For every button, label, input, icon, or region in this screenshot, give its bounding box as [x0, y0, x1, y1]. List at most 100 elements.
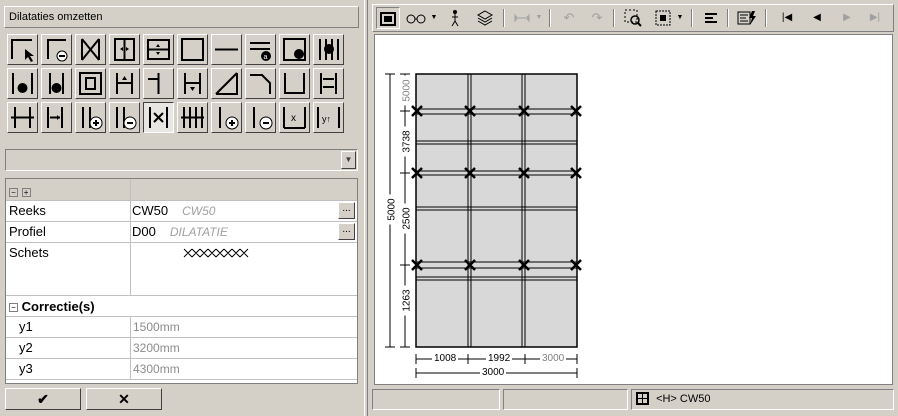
bars-minus-icon[interactable]	[109, 102, 140, 133]
dim-label-total-height: 5000	[386, 194, 398, 225]
grid-icon	[636, 392, 649, 405]
splitter[interactable]	[364, 0, 368, 416]
split-bars-icon[interactable]	[7, 102, 38, 133]
last-icon[interactable]: ▶|	[863, 7, 887, 29]
reeks-value: CW50	[132, 203, 169, 218]
grid-row-value[interactable]: 1500mm	[132, 317, 357, 337]
redo-icon[interactable]: ↷	[585, 7, 609, 29]
panel-title-text: Dilataties omzetten	[9, 11, 103, 23]
dimension-y-icon[interactable]: y↑	[313, 102, 344, 133]
bars-down-icon[interactable]	[177, 68, 208, 99]
expand-icon[interactable]: +	[21, 188, 31, 197]
dilatation-sketch-icon	[183, 248, 249, 258]
prev-icon[interactable]: ◀	[805, 7, 829, 29]
grid-row-label: y1	[6, 317, 131, 337]
bars-m-icon[interactable]	[41, 68, 72, 99]
undo-icon[interactable]: ↶	[557, 7, 581, 29]
bars-plus-icon[interactable]	[75, 102, 106, 133]
profile-combo[interactable]: ▼	[5, 149, 358, 171]
profiel-ghost: DILATATIE	[169, 225, 228, 239]
drawing-canvas[interactable]: 5000 3738 2500 1263 5000 1008 1992 3000 …	[374, 34, 893, 385]
grid-header-left: − +	[6, 179, 131, 200]
layers-icon[interactable]	[473, 7, 497, 29]
glasses-icon[interactable]	[403, 7, 429, 29]
grid-row-value[interactable]: 4300mm	[132, 359, 357, 379]
section-header[interactable]: − Correctie(s)	[9, 299, 95, 314]
grid-row-label: Schets	[6, 243, 131, 295]
grid-row-label: y3	[6, 359, 131, 379]
chevron-down-icon[interactable]: ▼	[675, 7, 685, 29]
status-bar: <H> CW50	[372, 389, 894, 410]
profiel-ellipsis-button[interactable]: ...	[338, 223, 355, 240]
panel-title: Dilataties omzetten	[4, 6, 359, 28]
grid-row-profiel[interactable]: Profiel D00 DILATATIE ...	[6, 222, 357, 243]
grid-row-y1[interactable]: y1 1500mm	[6, 317, 357, 338]
chevron-down-icon[interactable]: ▼	[429, 7, 439, 29]
drawing-toolbar: ▼ ▼ ↶ ↷ ▼ |◀ ◀ ▶ ▶|	[372, 4, 894, 32]
frame-select-icon[interactable]	[651, 7, 675, 29]
section-label: Correctie(s)	[21, 299, 95, 314]
collapse-icon[interactable]: −	[9, 303, 18, 312]
bars-i-icon[interactable]	[7, 68, 38, 99]
align-left-icon[interactable]	[699, 7, 723, 29]
bars-arrow-icon[interactable]	[313, 68, 344, 99]
corner-minus-icon[interactable]	[41, 34, 72, 65]
window-icon[interactable]	[376, 7, 400, 29]
status-panel-1	[372, 389, 500, 410]
grid-row-label: Profiel	[6, 222, 131, 242]
cancel-button[interactable]: ✕	[86, 388, 162, 410]
arrow-a-icon[interactable]: a	[245, 34, 276, 65]
person-icon[interactable]	[443, 7, 467, 29]
collapse-icon[interactable]: −	[9, 188, 18, 197]
grid-section-correcties[interactable]: − Correctie(s)	[6, 296, 357, 317]
u-frame-icon[interactable]	[279, 68, 310, 99]
bar-horizontal-icon[interactable]	[211, 34, 242, 65]
chevron-down-icon[interactable]: ▼	[534, 7, 544, 29]
grid-row-y2[interactable]: y2 3200mm	[6, 338, 357, 359]
diagonal-icon[interactable]	[211, 68, 242, 99]
grid-row-value[interactable]: 3200mm	[132, 338, 357, 358]
separator	[549, 9, 551, 27]
arrow-bars-icon[interactable]	[41, 102, 72, 133]
separator	[765, 9, 767, 27]
svg-text:x: x	[291, 113, 296, 124]
split-horizontal-icon[interactable]	[143, 34, 174, 65]
dim-label-left-1: 5000	[401, 75, 413, 106]
split-vertical-icon[interactable]	[109, 34, 140, 65]
grid-row-schets[interactable]: Schets	[6, 243, 357, 296]
reeks-ellipsis-button[interactable]: ...	[338, 202, 355, 219]
status-panel-2	[503, 389, 628, 410]
separator	[727, 9, 729, 27]
grid-row-y3[interactable]: y3 4300mm	[6, 359, 357, 380]
bars-cross-icon[interactable]	[177, 102, 208, 133]
grid-row-reeks[interactable]: Reeks CW50 CW50 ...	[6, 201, 357, 222]
lightning-icon[interactable]	[735, 7, 759, 29]
bar-plus-icon[interactable]	[211, 102, 242, 133]
dim-label-left-4: 1263	[401, 285, 413, 316]
chevron-down-icon[interactable]: ▼	[341, 151, 356, 169]
bar-t-icon[interactable]	[143, 68, 174, 99]
dim-label-total-width: 3000	[480, 367, 507, 378]
frame-e-icon[interactable]	[279, 34, 310, 65]
zoom-select-icon[interactable]	[621, 7, 645, 29]
tool-palette: a x y↑	[7, 34, 357, 138]
bar-minus-icon[interactable]	[245, 102, 276, 133]
cross-frame-icon[interactable]	[75, 34, 106, 65]
dim-label-bottom-1: 1008	[432, 353, 459, 364]
frame-inner-icon[interactable]	[75, 68, 106, 99]
ok-button[interactable]: ✔	[5, 388, 81, 410]
next-icon[interactable]: ▶	[835, 7, 859, 29]
corner-select-icon[interactable]	[7, 34, 38, 65]
separator	[613, 9, 615, 27]
grid-row-value[interactable]: D00 DILATATIE ...	[132, 222, 357, 242]
corner-bevel-icon[interactable]	[245, 68, 276, 99]
frame-outline-icon[interactable]	[177, 34, 208, 65]
dilatation-cross-icon[interactable]	[143, 102, 174, 133]
bars-d-icon[interactable]	[313, 34, 344, 65]
dim-label-bottom-2: 1992	[486, 353, 513, 364]
bars-up-icon[interactable]	[109, 68, 140, 99]
grid-row-value[interactable]: CW50 CW50 ...	[132, 201, 357, 221]
dimension-x-icon[interactable]: x	[279, 102, 310, 133]
dimension-icon[interactable]	[510, 7, 534, 29]
first-icon[interactable]: |◀	[775, 7, 799, 29]
